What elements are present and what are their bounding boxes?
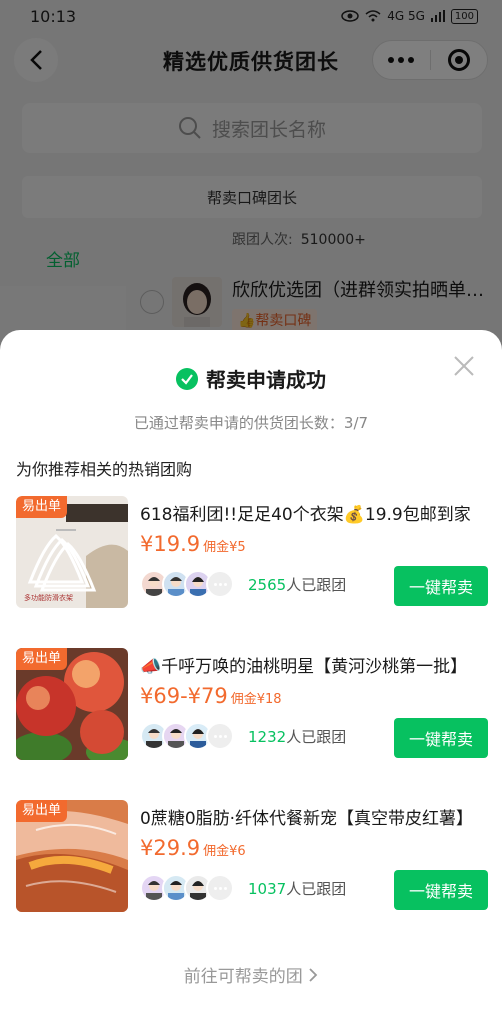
hot-badge: 易出单	[16, 648, 68, 670]
product-thumbnail: 多功能防滑衣架 易出单	[16, 496, 128, 608]
product-commission: 佣金¥6	[203, 844, 246, 859]
footer-link-text: 前往可帮卖的团	[183, 967, 303, 987]
joined-number: 1037	[248, 880, 287, 898]
check-circle-icon	[176, 367, 198, 390]
follower-avatars	[140, 570, 234, 598]
product-commission: 佣金¥18	[230, 692, 282, 707]
recommend-section-title: 为你推荐相关的热销团购	[16, 460, 193, 479]
more-avatars-icon	[206, 722, 234, 750]
product-commission: 佣金¥5	[203, 540, 246, 555]
thumbnail-caption: 多功能防滑衣架	[24, 593, 73, 602]
success-title-text: 帮卖申请成功	[206, 368, 326, 392]
follower-avatars	[140, 722, 234, 750]
one-click-sell-button[interactable]: 一键帮卖	[394, 718, 488, 758]
joined-count: 1037人已跟团	[248, 878, 346, 899]
product-title: 618福利团!!足足40个衣架💰19.9包邮到家	[140, 505, 471, 525]
more-avatars-icon	[206, 570, 234, 598]
product-card[interactable]: 多功能防滑衣架 易出单 618福利团!!足足40个衣架💰19.9包邮到家 ¥19…	[16, 496, 488, 608]
more-avatars-icon	[206, 874, 234, 902]
price-line: ¥69-¥79 佣金¥18	[140, 684, 282, 708]
product-price: ¥19.9	[140, 532, 201, 556]
joined-count: 2565人已跟团	[248, 574, 346, 595]
price-line: ¥29.9 佣金¥6	[140, 836, 246, 860]
product-thumbnail: 易出单	[16, 648, 128, 760]
chevron-right-icon	[309, 968, 318, 982]
one-click-sell-button[interactable]: 一键帮卖	[394, 870, 488, 910]
hot-badge: 易出单	[16, 496, 68, 518]
joined-suffix: 人已跟团	[286, 728, 347, 746]
follower-avatars	[140, 874, 234, 902]
joined-number: 2565	[248, 576, 287, 594]
product-thumbnail: 易出单	[16, 800, 128, 912]
product-price: ¥69-¥79	[140, 684, 228, 708]
joined-number: 1232	[248, 728, 287, 746]
go-to-sellable-groups-link[interactable]: 前往可帮卖的团	[0, 962, 502, 987]
joined-count: 1232人已跟团	[248, 726, 346, 747]
one-click-sell-button[interactable]: 一键帮卖	[394, 566, 488, 606]
product-title: 0蔗糖0脂肪·纤体代餐新宠【真空带皮红薯】	[140, 809, 474, 829]
hot-badge: 易出单	[16, 800, 68, 822]
product-card[interactable]: 易出单 📣千呼万唤的油桃明星【黄河沙桃第一批】 ¥69-¥79 佣金¥18 123…	[16, 648, 488, 760]
product-card[interactable]: 易出单 0蔗糖0脂肪·纤体代餐新宠【真空带皮红薯】 ¥29.9 佣金¥6 1037…	[16, 800, 488, 912]
product-title: 📣千呼万唤的油桃明星【黄河沙桃第一批】	[140, 657, 468, 677]
approved-summary: 已通过帮卖申请的供货团长数：3/7	[133, 414, 369, 432]
joined-suffix: 人已跟团	[286, 576, 347, 594]
joined-suffix: 人已跟团	[286, 880, 347, 898]
success-sheet: 帮卖申请成功 已通过帮卖申请的供货团长数：3/7 为你推荐相关的热销团购 多功能…	[0, 330, 502, 1024]
product-price: ¥29.9	[140, 836, 201, 860]
success-title: 帮卖申请成功	[0, 364, 502, 393]
price-line: ¥19.9 佣金¥5	[140, 532, 246, 556]
